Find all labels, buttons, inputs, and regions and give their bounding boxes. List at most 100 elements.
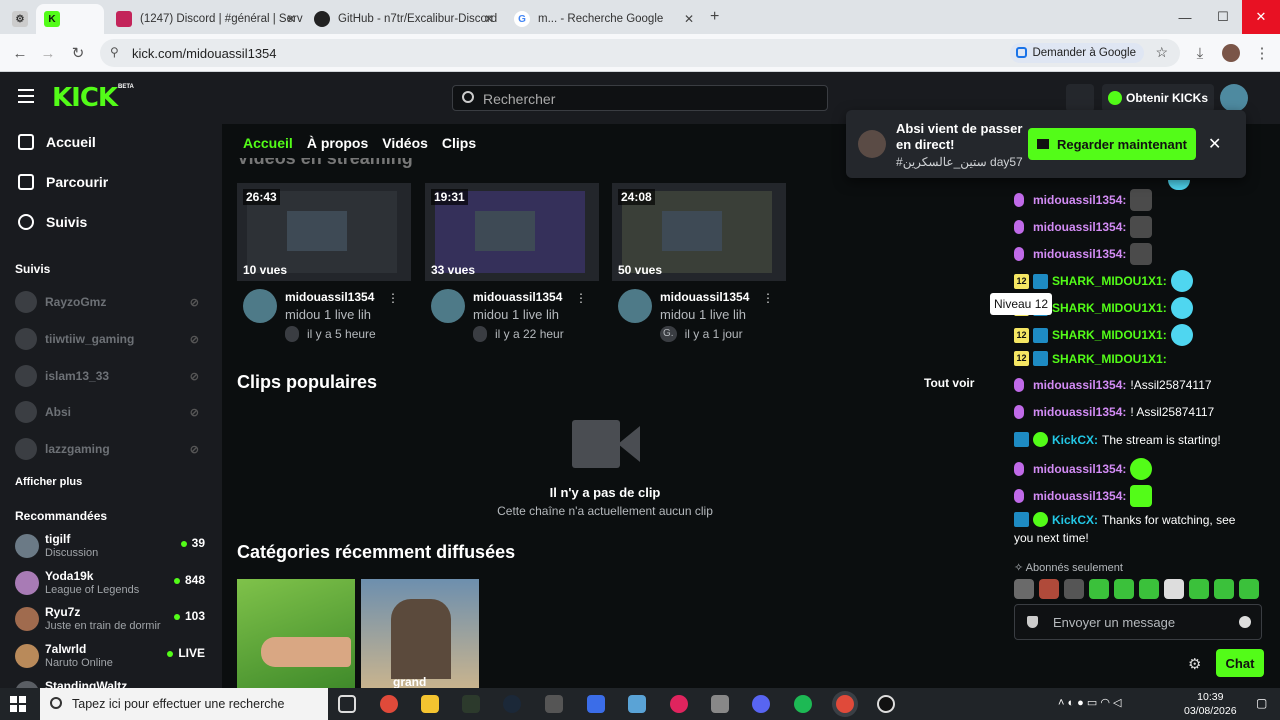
taskbar-search-input[interactable]: Tapez ici pour effectuer une recherche [40,688,328,720]
discord-icon[interactable] [752,695,770,713]
video-title[interactable]: midou 1 live lih [285,307,371,322]
minimize-icon[interactable]: — [1166,0,1204,34]
app-icon[interactable] [670,695,688,713]
close-icon[interactable]: ✕ [484,12,494,26]
file-explorer-icon[interactable] [421,695,439,713]
lightning-app-icon[interactable] [587,695,605,713]
tab-github[interactable]: GitHub - n7tr/Excalibur-Discord ✕ [306,4,502,34]
download-icon[interactable]: ⤓ [1190,43,1210,63]
tab-clips[interactable]: Clips [442,135,476,151]
tab-settings[interactable]: ⚙ [4,4,34,34]
chat-username[interactable]: KickCX: [1052,433,1098,447]
emote-option[interactable] [1089,579,1109,599]
task-view-icon[interactable] [338,695,356,713]
chrome-active-icon[interactable] [836,695,854,713]
emote-option[interactable] [1139,579,1159,599]
emote-option[interactable] [1189,579,1209,599]
chat-username[interactable]: SHARK_MIDOU1X1: [1052,352,1167,366]
emote-option[interactable] [1114,579,1134,599]
followed-channel[interactable]: Absi ⊘ [15,400,205,424]
close-icon[interactable]: ✕ [1208,134,1221,154]
steam-icon[interactable] [503,695,521,713]
recommended-channel[interactable]: StandingWaltz [15,677,205,688]
video-thumbnail[interactable]: 24:08 50 vues [612,183,786,281]
recommended-channel[interactable]: 7alwrld Naruto Online LIVE [15,640,205,672]
tab-discord[interactable]: (1247) Discord | #général | Serv ✕ [108,4,304,34]
more-options-icon[interactable]: ⋮ [575,291,587,305]
maximize-icon[interactable]: ☐ [1204,0,1242,34]
emote-option[interactable] [1239,579,1259,599]
video-card[interactable]: 19:31 33 vues midouassil1354 ⋮ midou 1 l… [425,183,599,342]
category-card-gta[interactable]: grand [361,579,479,688]
level-badge[interactable]: 12 [1014,327,1029,343]
system-tray-icons[interactable]: ˄ ◐ ● ▭ ◠ ◁ [1058,696,1121,709]
sidebar-item-following[interactable]: Suivis [18,212,87,232]
more-options-icon[interactable]: ⋮ [387,291,399,305]
chat-username[interactable]: SHARK_MIDOU1X1: [1052,274,1167,288]
ask-google-button[interactable]: Demander à Google [1010,43,1144,63]
sidebar-item-browse[interactable]: Parcourir [18,172,108,192]
chat-username[interactable]: midouassil1354: [1033,489,1126,503]
star-icon[interactable]: ☆ [1155,44,1168,61]
level-badge[interactable]: 12 [1014,351,1029,366]
kick-logo[interactable]: KICK [52,84,118,112]
reload-icon[interactable]: ↻ [68,43,88,63]
profile-avatar[interactable] [1222,44,1240,62]
tab-google[interactable]: G m... - Recherche Google ✕ [506,4,702,34]
emote-option[interactable] [1064,579,1084,599]
app-icon[interactable] [628,695,646,713]
store-icon[interactable] [1066,84,1094,112]
chat-username[interactable]: midouassil1354: [1033,378,1126,392]
tab-about[interactable]: À propos [307,135,368,151]
show-more-link[interactable]: Afficher plus [15,476,82,488]
category-card-just-chatting[interactable] [237,579,355,688]
chrome-icon[interactable] [380,695,398,713]
avatar[interactable] [243,289,277,323]
video-author[interactable]: midouassil1354 [285,290,374,304]
url-field[interactable]: ⚲ kick.com/midouassil1354 Demander à Goo… [100,39,1180,67]
chat-username[interactable]: SHARK_MIDOU1X1: [1052,328,1167,342]
chat-username[interactable]: SHARK_MIDOU1X1: [1052,301,1167,315]
video-author[interactable]: midouassil1354 [660,290,749,304]
menu-icon[interactable]: ⋮ [1252,43,1272,63]
avatar[interactable] [431,289,465,323]
emote-option[interactable] [1214,579,1234,599]
shield-app-icon[interactable] [545,695,563,713]
tab-home[interactable]: Accueil [243,135,293,151]
app-icon[interactable] [462,695,480,713]
close-icon[interactable]: ✕ [286,12,296,26]
see-all-link[interactable]: Tout voir [924,376,974,390]
avatar[interactable] [618,289,652,323]
user-avatar[interactable] [1220,84,1248,112]
chat-username[interactable]: midouassil1354: [1033,247,1126,261]
back-icon[interactable]: ← [10,43,30,63]
close-icon[interactable]: ✕ [684,12,694,26]
chat-message-input[interactable]: Envoyer un message [1014,604,1262,640]
chat-username[interactable]: midouassil1354: [1033,405,1126,419]
followed-channel[interactable]: islam13_33 ⊘ [15,364,205,388]
taskbar-clock[interactable]: 10:39 03/08/2026 [1184,690,1237,718]
recommended-channel[interactable]: tigilf Discussion 39 [15,530,205,562]
sidebar-item-home[interactable]: Accueil [18,132,96,152]
window-close-icon[interactable]: ✕ [1242,0,1280,34]
followed-channel[interactable]: RayzoGmz ⊘ [15,290,205,314]
emote-option[interactable] [1014,579,1034,599]
video-thumbnail[interactable]: 19:31 33 vues [425,183,599,281]
followed-channel[interactable]: lazzgaming ⊘ [15,437,205,461]
app-icon[interactable] [711,695,729,713]
video-author[interactable]: midouassil1354 [473,290,562,304]
get-kicks-button[interactable]: Obtenir KICKs [1102,84,1214,112]
site-info-icon[interactable]: ⚲ [110,45,119,59]
video-thumbnail[interactable]: 26:43 10 vues [237,183,411,281]
followed-channel[interactable]: tiiwtiiw_gaming ⊘ [15,327,205,351]
video-title[interactable]: midou 1 live lih [473,307,559,322]
chat-username[interactable]: midouassil1354: [1033,193,1126,207]
chat-username[interactable]: midouassil1354: [1033,462,1126,476]
search-input[interactable]: Rechercher [452,85,828,111]
video-title[interactable]: midou 1 live lih [660,307,746,322]
obs-icon[interactable] [877,695,895,713]
emoji-icon[interactable] [1239,616,1251,628]
forward-icon[interactable]: → [38,43,58,63]
gear-icon[interactable]: ⚙ [1188,655,1201,673]
chat-send-button[interactable]: Chat [1216,649,1264,677]
